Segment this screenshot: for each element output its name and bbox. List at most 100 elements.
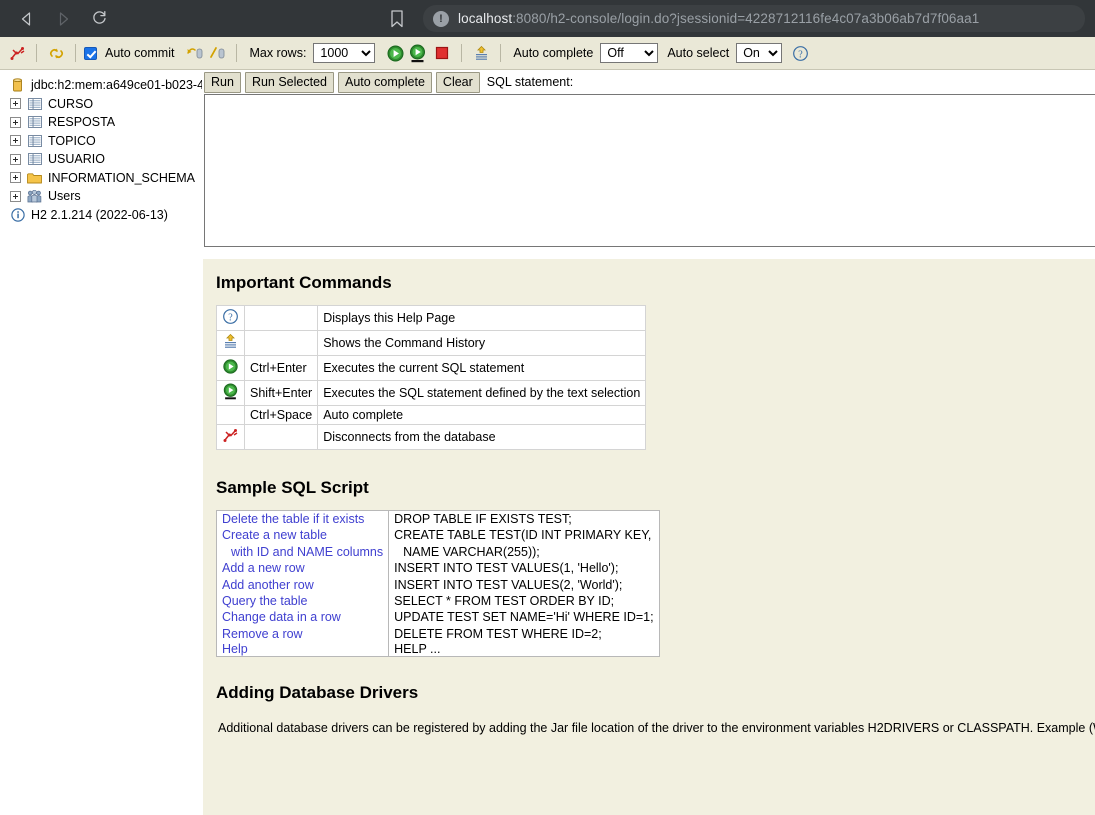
sql-statement-label: SQL statement: xyxy=(486,75,574,89)
shortcut-key xyxy=(243,305,319,331)
important-commands-title: Important Commands xyxy=(216,273,392,292)
script-desc[interactable]: Delete the table if it exists xyxy=(222,511,383,527)
help-content: Important Commands ? Displays this Help … xyxy=(203,259,1095,815)
expander-icon[interactable] xyxy=(10,98,21,110)
sql-pane: Run Run Selected Auto complete Clear SQL… xyxy=(203,70,1095,815)
help-icon[interactable]: ? xyxy=(789,42,811,64)
sidebar-item-version: H2 2.1.214 (2022-06-13) xyxy=(4,206,202,225)
back-button[interactable] xyxy=(16,8,38,30)
script-desc[interactable]: with ID and NAME columns xyxy=(222,544,383,560)
command-description: Shows the Command History xyxy=(317,330,647,356)
run-button[interactable]: Run xyxy=(204,71,241,93)
run-selected-icon[interactable] xyxy=(406,42,428,64)
tree-label: INFORMATION_SCHEMA xyxy=(48,170,195,185)
bookmark-icon[interactable] xyxy=(388,9,406,29)
script-descriptions: Delete the table if it exists Create a n… xyxy=(216,510,390,643)
table-icon xyxy=(26,96,43,111)
table-row: Ctrl+Space Auto complete xyxy=(216,405,647,425)
commit-icon[interactable] xyxy=(206,42,228,64)
table-row: Shift+Enter Executes the SQL statement d… xyxy=(216,380,647,406)
command-history-icon[interactable] xyxy=(470,42,492,64)
table-row: Help HELP ... xyxy=(216,642,660,657)
url-host: localhost xyxy=(458,11,513,26)
toolbar-separator xyxy=(75,44,76,62)
command-description: Displays this Help Page xyxy=(317,305,647,331)
script-desc[interactable]: Query the table xyxy=(222,593,383,609)
reload-button[interactable] xyxy=(88,8,110,30)
sql-statement-input[interactable] xyxy=(204,94,1095,247)
script-statements: DROP TABLE IF EXISTS TEST; CREATE TABLE … xyxy=(389,511,659,643)
run-selected-button[interactable]: Run Selected xyxy=(244,71,334,93)
refresh-icon[interactable] xyxy=(45,42,67,64)
address-bar[interactable]: ! localhost:8080/h2-console/login.do?jse… xyxy=(423,5,1085,32)
important-commands-table: ? Displays this Help Page Shows the Comm… xyxy=(216,305,647,450)
script-sql: INSERT INTO TEST VALUES(2, 'World'); xyxy=(394,577,623,592)
tree-label: H2 2.1.214 (2022-06-13) xyxy=(31,207,168,222)
url-text: localhost:8080/h2-console/login.do?jsess… xyxy=(458,11,979,26)
command-description: Executes the SQL statement defined by th… xyxy=(317,380,647,406)
svg-text:?: ? xyxy=(798,49,803,60)
max-rows-select[interactable]: 1000 xyxy=(313,43,376,63)
disconnect-icon[interactable] xyxy=(6,42,28,64)
command-description: Disconnects from the database xyxy=(317,424,647,450)
script-desc[interactable]: Remove a row xyxy=(222,626,383,642)
command-description: Auto complete xyxy=(317,405,647,425)
expander-icon[interactable] xyxy=(10,172,21,184)
script-sql: DELETE FROM TEST WHERE ID=2; xyxy=(394,626,602,641)
info-icon xyxy=(9,207,26,222)
script-desc[interactable]: Create a new table xyxy=(222,527,383,543)
adding-drivers-body: Additional database drivers can be regis… xyxy=(218,721,1095,736)
empty-icon-cell xyxy=(216,405,245,425)
sidebar-item-topico[interactable]: TOPICO xyxy=(4,132,202,151)
script-desc[interactable]: Add another row xyxy=(222,577,383,593)
tree-label: CURSO xyxy=(48,96,94,111)
auto-select-select[interactable]: On xyxy=(736,43,783,63)
editor-spacer xyxy=(203,247,1095,259)
rollback-icon[interactable] xyxy=(184,42,206,64)
stop-icon[interactable] xyxy=(431,42,453,64)
script-sql: NAME VARCHAR(255)); xyxy=(403,544,540,559)
forward-button[interactable] xyxy=(52,8,74,30)
back-arrow-icon xyxy=(21,11,31,26)
expander-icon[interactable] xyxy=(10,116,21,128)
tree-item-connection[interactable]: jdbc:h2:mem:a649ce01-b023-41( xyxy=(4,76,202,95)
sidebar-item-information-schema[interactable]: INFORMATION_SCHEMA xyxy=(4,169,202,188)
script-help-desc[interactable]: Help xyxy=(216,642,390,657)
table-icon xyxy=(26,152,43,167)
clear-button[interactable]: Clear xyxy=(435,71,480,93)
help-icon[interactable]: ? xyxy=(216,305,245,331)
tree-label: Users xyxy=(48,189,81,204)
run-icon[interactable] xyxy=(216,355,245,381)
script-desc[interactable]: Add a new row xyxy=(222,560,383,576)
toolbar-separator xyxy=(36,44,37,62)
auto-complete-button[interactable]: Auto complete xyxy=(338,71,432,93)
run-selected-icon[interactable] xyxy=(216,380,245,406)
url-path: :8080/h2-console/login.do?jsessionid=422… xyxy=(512,11,980,26)
toolbar-separator xyxy=(236,44,238,62)
expander-icon[interactable] xyxy=(10,135,21,147)
sql-editor-wrap xyxy=(203,94,1095,247)
sidebar-item-users[interactable]: Users xyxy=(4,187,202,206)
expander-icon[interactable] xyxy=(10,153,21,165)
run-icon[interactable] xyxy=(384,42,406,64)
auto-complete-select[interactable]: Off xyxy=(600,43,659,63)
sidebar-item-usuario[interactable]: USUARIO xyxy=(4,150,202,169)
command-history-icon[interactable] xyxy=(216,330,245,356)
script-sql: INSERT INTO TEST VALUES(1, 'Hello'); xyxy=(394,561,619,576)
auto-commit-checkbox[interactable] xyxy=(84,46,97,60)
expander-icon[interactable] xyxy=(10,190,21,202)
table-row: ? Displays this Help Page xyxy=(216,305,647,331)
sidebar-item-resposta[interactable]: RESPOSTA xyxy=(4,113,202,132)
sidebar-item-curso[interactable]: CURSO xyxy=(4,95,202,114)
shortcut-key xyxy=(243,330,319,356)
table-row: Disconnects from the database xyxy=(216,424,647,450)
site-info-icon[interactable]: ! xyxy=(433,10,449,27)
disconnect-icon[interactable] xyxy=(216,424,245,450)
tree-label: TOPICO xyxy=(48,133,96,148)
script-help-sql: HELP ... xyxy=(394,642,441,657)
script-sql: DROP TABLE IF EXISTS TEST; xyxy=(394,512,572,526)
script-sql: SELECT * FROM TEST ORDER BY ID; xyxy=(394,594,615,609)
max-rows-label: Max rows: xyxy=(249,46,307,60)
script-desc[interactable]: Change data in a row xyxy=(222,609,383,625)
reload-icon xyxy=(92,10,106,24)
